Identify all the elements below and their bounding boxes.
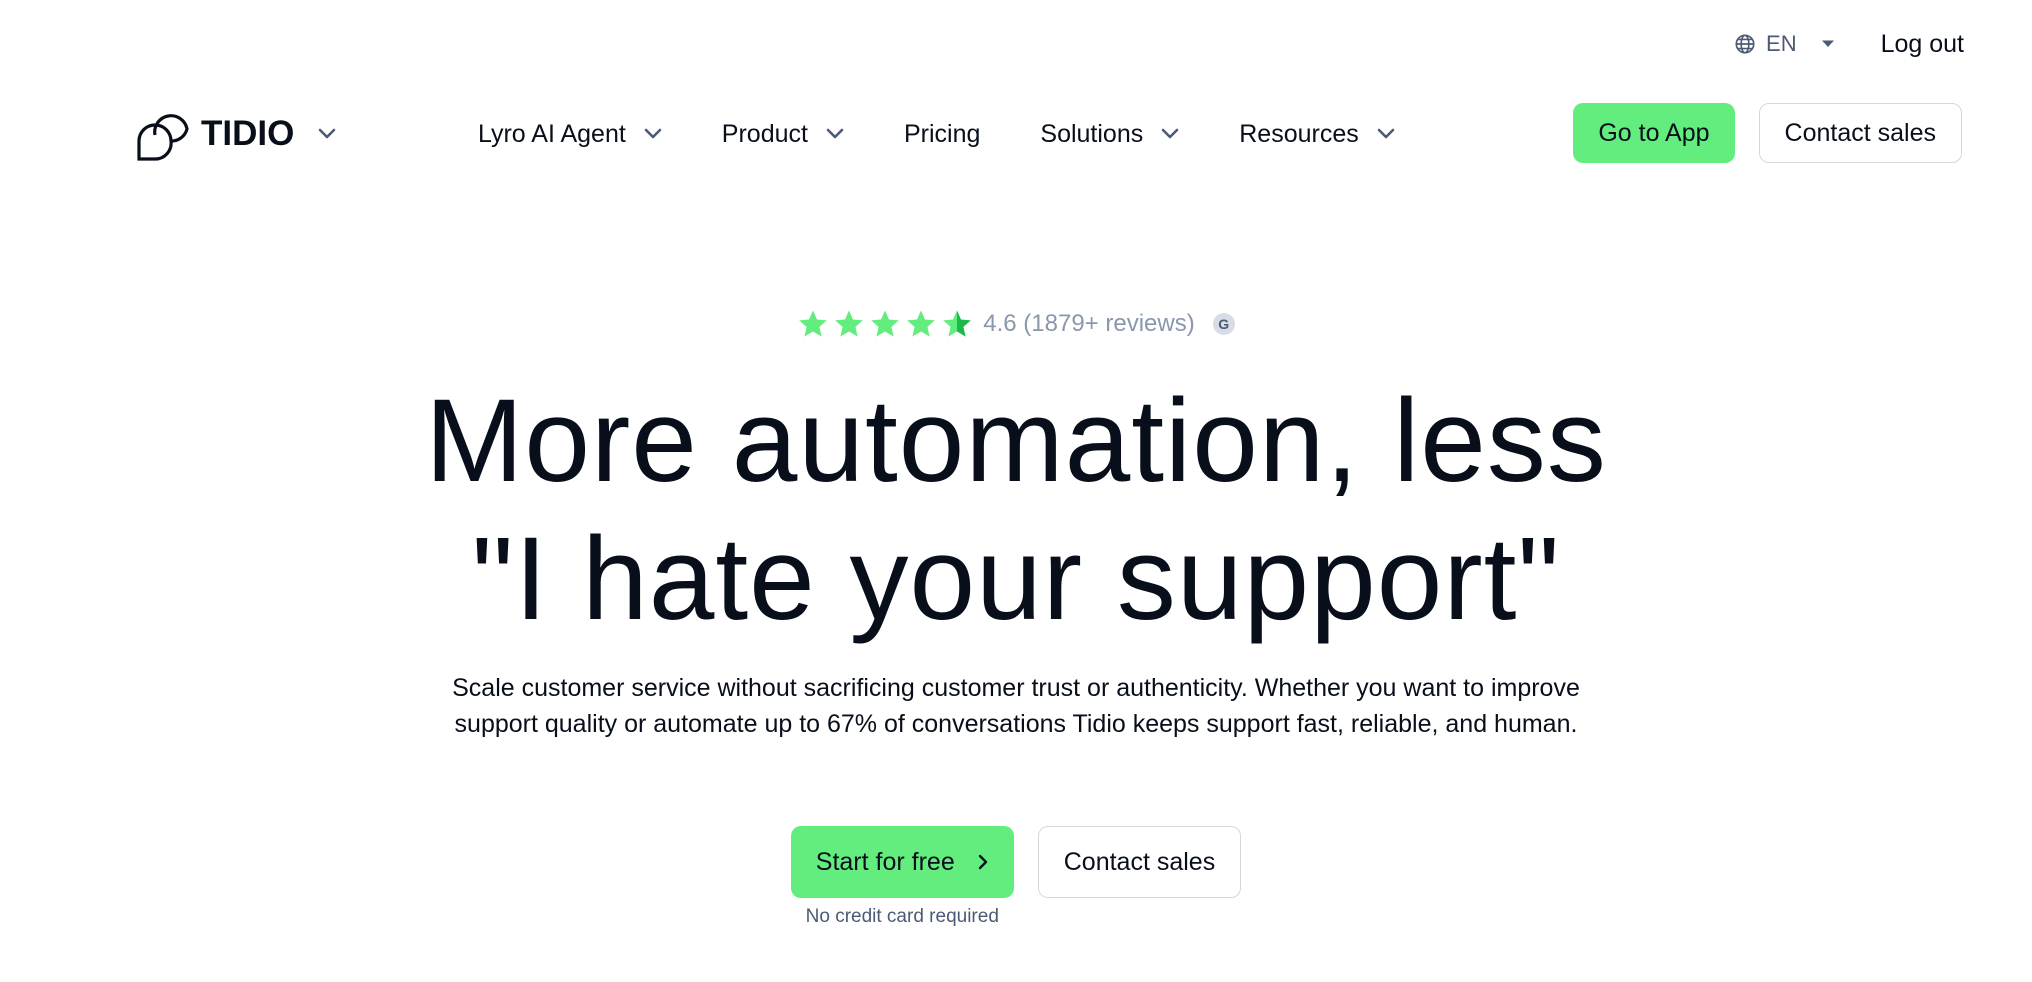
chevron-down-icon (644, 128, 662, 139)
go-to-app-button[interactable]: Go to App (1573, 103, 1735, 163)
nav-item-label: Solutions (1040, 119, 1144, 148)
nav-item-label: Lyro AI Agent (478, 119, 626, 148)
star-icon (907, 310, 936, 337)
nav-actions: Go to App Contact sales (1573, 103, 1962, 163)
subtext-line-1: Scale customer service without sacrifici… (452, 674, 1580, 702)
rating-text: 4.6 (1879+ reviews) (983, 310, 1195, 337)
star-icon (871, 310, 900, 337)
nav-item-label: Resources (1239, 119, 1359, 148)
start-for-free-label: Start for free (815, 847, 955, 876)
subtext-line-2: support quality or automate up to 67% of… (454, 710, 1578, 738)
g2-badge-icon: G (1212, 313, 1235, 335)
tidio-logo-icon (137, 114, 189, 161)
contact-sales-button[interactable]: Contact sales (1758, 103, 1962, 163)
logout-link[interactable]: Log out (1881, 30, 1964, 59)
no-credit-card-note: No credit card required (805, 906, 999, 927)
globe-icon (1735, 34, 1755, 54)
chevron-down-icon (1377, 128, 1395, 139)
chevron-down-icon (1161, 128, 1179, 139)
chevron-down-icon[interactable] (318, 128, 336, 140)
nav-item-pricing[interactable]: Pricing (904, 120, 980, 149)
hero-cta-row: Start for free No credit card required C… (0, 826, 2032, 928)
main-nav: TIDIO Lyro AI Agent Product Pricing Solu… (0, 102, 2032, 166)
language-label: EN (1766, 31, 1797, 56)
nav-menu: Lyro AI Agent Product Pricing Solutions … (478, 102, 1455, 166)
nav-item-label: Product (721, 119, 808, 148)
nav-item-product[interactable]: Product (722, 120, 844, 149)
rating-stars (797, 308, 973, 340)
chevron-right-icon (978, 854, 987, 870)
headline-line-2: "I hate your support" (471, 513, 1561, 645)
brand-name: TIDIO (201, 114, 295, 153)
hero-headline: More automation, less "I hate your suppo… (0, 372, 2032, 648)
brand-logo[interactable]: TIDIO (137, 102, 336, 166)
utility-bar: EN Log out (1734, 24, 1964, 64)
language-selector[interactable]: EN (1734, 31, 1835, 57)
start-for-free-button[interactable]: Start for free (790, 826, 1014, 898)
star-icon (799, 310, 828, 337)
nav-item-resources[interactable]: Resources (1239, 120, 1395, 149)
headline-line-1: More automation, less (425, 375, 1607, 507)
nav-item-label: Pricing (903, 119, 981, 148)
star-icon (835, 310, 864, 337)
hero-contact-sales-button[interactable]: Contact sales (1037, 826, 1242, 898)
caret-down-icon (1821, 40, 1834, 47)
start-for-free-wrap: Start for free No credit card required (790, 826, 1014, 928)
half-star-icon (943, 310, 972, 337)
chevron-down-icon (826, 128, 844, 139)
nav-item-solutions[interactable]: Solutions (1040, 120, 1179, 149)
hero-subtext: Scale customer service without sacrifici… (0, 670, 2032, 742)
nav-item-lyro-ai-agent[interactable]: Lyro AI Agent (478, 120, 662, 149)
rating-row: 4.6 (1879+ reviews) G (0, 308, 2032, 340)
